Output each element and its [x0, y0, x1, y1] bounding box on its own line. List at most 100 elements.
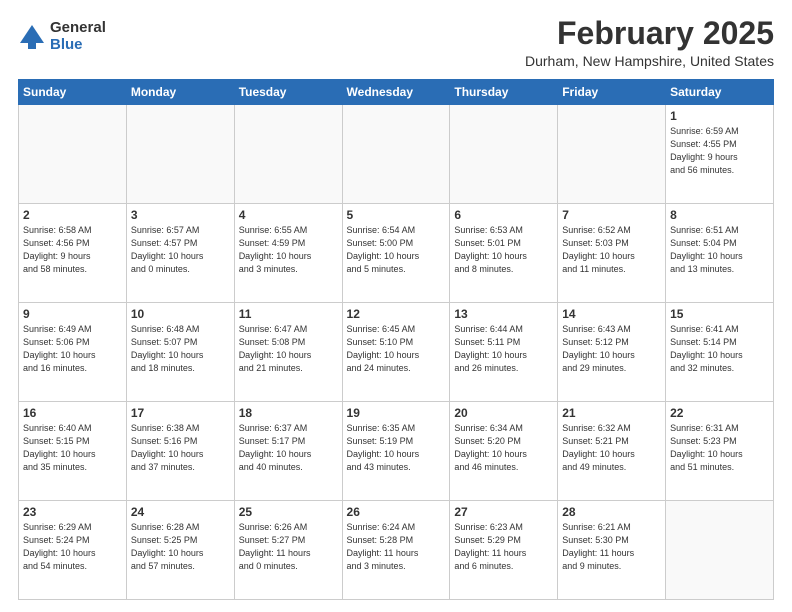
calendar-cell: 21 Sunrise: 6:32 AM Sunset: 5:21 PM Dayli…	[558, 402, 666, 501]
day-number: 12	[347, 307, 446, 321]
calendar-cell	[126, 105, 234, 204]
calendar-cell	[558, 105, 666, 204]
day-number: 19	[347, 406, 446, 420]
calendar-cell: 7 Sunrise: 6:52 AM Sunset: 5:03 PM Daylig…	[558, 204, 666, 303]
calendar-week-row: 9 Sunrise: 6:49 AM Sunset: 5:06 PM Daylig…	[19, 303, 774, 402]
day-number: 13	[454, 307, 553, 321]
day-number: 18	[239, 406, 338, 420]
logo: General Blue	[18, 20, 106, 53]
calendar-day-header: Wednesday	[342, 80, 450, 105]
calendar-week-row: 16 Sunrise: 6:40 AM Sunset: 5:15 PM Dayli…	[19, 402, 774, 501]
day-number: 2	[23, 208, 122, 222]
day-info: Sunrise: 6:23 AM Sunset: 5:29 PM Dayligh…	[454, 521, 553, 573]
day-info: Sunrise: 6:40 AM Sunset: 5:15 PM Dayligh…	[23, 422, 122, 474]
day-info: Sunrise: 6:53 AM Sunset: 5:01 PM Dayligh…	[454, 224, 553, 276]
day-info: Sunrise: 6:31 AM Sunset: 5:23 PM Dayligh…	[670, 422, 769, 474]
day-number: 17	[131, 406, 230, 420]
calendar-cell	[450, 105, 558, 204]
calendar-cell: 9 Sunrise: 6:49 AM Sunset: 5:06 PM Daylig…	[19, 303, 127, 402]
logo-text: General Blue	[50, 20, 106, 53]
calendar-cell: 1 Sunrise: 6:59 AM Sunset: 4:55 PM Daylig…	[666, 105, 774, 204]
day-info: Sunrise: 6:26 AM Sunset: 5:27 PM Dayligh…	[239, 521, 338, 573]
calendar-cell: 2 Sunrise: 6:58 AM Sunset: 4:56 PM Daylig…	[19, 204, 127, 303]
month-title: February 2025	[525, 16, 774, 51]
calendar-day-header: Thursday	[450, 80, 558, 105]
logo-general: General	[50, 20, 106, 37]
calendar-cell: 16 Sunrise: 6:40 AM Sunset: 5:15 PM Dayli…	[19, 402, 127, 501]
calendar-cell: 14 Sunrise: 6:43 AM Sunset: 5:12 PM Dayli…	[558, 303, 666, 402]
day-number: 25	[239, 505, 338, 519]
day-number: 7	[562, 208, 661, 222]
calendar-cell: 24 Sunrise: 6:28 AM Sunset: 5:25 PM Dayli…	[126, 501, 234, 600]
calendar-cell: 15 Sunrise: 6:41 AM Sunset: 5:14 PM Dayli…	[666, 303, 774, 402]
day-info: Sunrise: 6:35 AM Sunset: 5:19 PM Dayligh…	[347, 422, 446, 474]
logo-blue: Blue	[50, 37, 106, 54]
day-info: Sunrise: 6:34 AM Sunset: 5:20 PM Dayligh…	[454, 422, 553, 474]
day-number: 21	[562, 406, 661, 420]
calendar-cell: 8Sunrise: 6:51 AM Sunset: 5:04 PM Daylig…	[666, 204, 774, 303]
day-number: 8	[670, 208, 769, 222]
day-info: Sunrise: 6:37 AM Sunset: 5:17 PM Dayligh…	[239, 422, 338, 474]
day-info: Sunrise: 6:59 AM Sunset: 4:55 PM Dayligh…	[670, 125, 769, 177]
calendar-cell: 26 Sunrise: 6:24 AM Sunset: 5:28 PM Dayli…	[342, 501, 450, 600]
day-number: 24	[131, 505, 230, 519]
calendar-cell: 28Sunrise: 6:21 AM Sunset: 5:30 PM Dayli…	[558, 501, 666, 600]
day-number: 1	[670, 109, 769, 123]
day-info: Sunrise: 6:21 AM Sunset: 5:30 PM Dayligh…	[562, 521, 661, 573]
day-info: Sunrise: 6:49 AM Sunset: 5:06 PM Dayligh…	[23, 323, 122, 375]
calendar-week-row: 2 Sunrise: 6:58 AM Sunset: 4:56 PM Daylig…	[19, 204, 774, 303]
day-info: Sunrise: 6:55 AM Sunset: 4:59 PM Dayligh…	[239, 224, 338, 276]
calendar-cell: 27 Sunrise: 6:23 AM Sunset: 5:29 PM Dayli…	[450, 501, 558, 600]
calendar-cell: 11Sunrise: 6:47 AM Sunset: 5:08 PM Dayli…	[234, 303, 342, 402]
calendar-cell: 4Sunrise: 6:55 AM Sunset: 4:59 PM Daylig…	[234, 204, 342, 303]
calendar-cell	[19, 105, 127, 204]
calendar-table: SundayMondayTuesdayWednesdayThursdayFrid…	[18, 79, 774, 600]
day-info: Sunrise: 6:58 AM Sunset: 4:56 PM Dayligh…	[23, 224, 122, 276]
calendar-cell	[234, 105, 342, 204]
day-info: Sunrise: 6:43 AM Sunset: 5:12 PM Dayligh…	[562, 323, 661, 375]
calendar-cell: 10 Sunrise: 6:48 AM Sunset: 5:07 PM Dayli…	[126, 303, 234, 402]
day-number: 15	[670, 307, 769, 321]
calendar-week-row: 1 Sunrise: 6:59 AM Sunset: 4:55 PM Daylig…	[19, 105, 774, 204]
calendar-cell: 20 Sunrise: 6:34 AM Sunset: 5:20 PM Dayli…	[450, 402, 558, 501]
day-info: Sunrise: 6:29 AM Sunset: 5:24 PM Dayligh…	[23, 521, 122, 573]
header: General Blue February 2025 Durham, New H…	[18, 16, 774, 69]
day-info: Sunrise: 6:57 AM Sunset: 4:57 PM Dayligh…	[131, 224, 230, 276]
title-area: February 2025 Durham, New Hampshire, Uni…	[525, 16, 774, 69]
calendar-day-header: Saturday	[666, 80, 774, 105]
calendar-cell: 17 Sunrise: 6:38 AM Sunset: 5:16 PM Dayli…	[126, 402, 234, 501]
day-info: Sunrise: 6:44 AM Sunset: 5:11 PM Dayligh…	[454, 323, 553, 375]
calendar-cell: 25 Sunrise: 6:26 AM Sunset: 5:27 PM Dayli…	[234, 501, 342, 600]
day-number: 26	[347, 505, 446, 519]
day-info: Sunrise: 6:38 AM Sunset: 5:16 PM Dayligh…	[131, 422, 230, 474]
day-number: 27	[454, 505, 553, 519]
day-number: 3	[131, 208, 230, 222]
day-number: 16	[23, 406, 122, 420]
day-info: Sunrise: 6:52 AM Sunset: 5:03 PM Dayligh…	[562, 224, 661, 276]
day-info: Sunrise: 6:54 AM Sunset: 5:00 PM Dayligh…	[347, 224, 446, 276]
day-info: Sunrise: 6:45 AM Sunset: 5:10 PM Dayligh…	[347, 323, 446, 375]
calendar-cell: 12 Sunrise: 6:45 AM Sunset: 5:10 PM Dayli…	[342, 303, 450, 402]
day-number: 14	[562, 307, 661, 321]
day-number: 20	[454, 406, 553, 420]
day-number: 9	[23, 307, 122, 321]
calendar-cell: 5 Sunrise: 6:54 AM Sunset: 5:00 PM Daylig…	[342, 204, 450, 303]
day-number: 11	[239, 307, 338, 321]
calendar-day-header: Friday	[558, 80, 666, 105]
day-info: Sunrise: 6:24 AM Sunset: 5:28 PM Dayligh…	[347, 521, 446, 573]
day-info: Sunrise: 6:28 AM Sunset: 5:25 PM Dayligh…	[131, 521, 230, 573]
calendar-day-header: Tuesday	[234, 80, 342, 105]
logo-icon	[18, 23, 46, 51]
day-number: 10	[131, 307, 230, 321]
day-number: 5	[347, 208, 446, 222]
calendar-day-header: Sunday	[19, 80, 127, 105]
calendar-cell: 18 Sunrise: 6:37 AM Sunset: 5:17 PM Dayli…	[234, 402, 342, 501]
day-info: Sunrise: 6:41 AM Sunset: 5:14 PM Dayligh…	[670, 323, 769, 375]
calendar-cell: 22 Sunrise: 6:31 AM Sunset: 5:23 PM Dayli…	[666, 402, 774, 501]
day-info: Sunrise: 6:48 AM Sunset: 5:07 PM Dayligh…	[131, 323, 230, 375]
day-number: 22	[670, 406, 769, 420]
calendar-cell: 6 Sunrise: 6:53 AM Sunset: 5:01 PM Daylig…	[450, 204, 558, 303]
calendar-week-row: 23Sunrise: 6:29 AM Sunset: 5:24 PM Dayli…	[19, 501, 774, 600]
day-info: Sunrise: 6:32 AM Sunset: 5:21 PM Dayligh…	[562, 422, 661, 474]
day-number: 6	[454, 208, 553, 222]
